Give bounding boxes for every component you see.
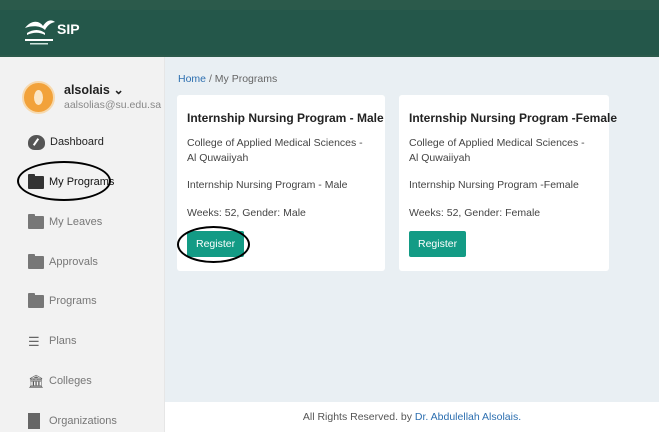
avatar[interactable] [22, 81, 55, 114]
sidebar-item-dashboard[interactable]: Dashboard [28, 132, 104, 152]
sidebar-item-my-leaves[interactable]: My Leaves [28, 212, 102, 232]
program-meta: Weeks: 52, Gender: Female [409, 207, 541, 219]
sidebar-item-approvals[interactable]: Approvals [28, 252, 98, 272]
program-name: Internship Nursing Program - Male [187, 179, 348, 191]
sidebar-item-plans[interactable]: ☰ Plans [28, 331, 77, 351]
breadcrumb-separator: / [208, 73, 212, 85]
register-button[interactable]: Register [409, 231, 467, 257]
sidebar: alsolais ⌄ aalsolias@su.edu.sa Dashboard… [0, 57, 165, 432]
sidebar-item-label: Colleges [49, 375, 92, 387]
program-title: Internship Nursing Program - Male [187, 111, 384, 125]
sidebar-item-colleges[interactable]: 🏛 Colleges [28, 371, 92, 391]
highlight-circle [177, 226, 250, 263]
app-brand-title[interactable]: SIP [57, 21, 80, 37]
program-meta: Weeks: 52, Gender: Male [187, 207, 306, 219]
footer: All Rights Reserved. by Dr. Abdulellah A… [165, 402, 659, 432]
program-title: Internship Nursing Program -Female [409, 111, 618, 125]
header-band [0, 10, 659, 55]
program-college: College of Applied Medical Sciences - Al… [187, 137, 363, 164]
folder-icon [28, 292, 44, 308]
highlight-circle [17, 161, 111, 201]
folder-icon [28, 253, 44, 269]
username-text: alsolais [64, 83, 110, 97]
sidebar-item-label: Programs [49, 295, 97, 307]
sidebar-item-label: Dashboard [50, 136, 104, 148]
program-card-female: Internship Nursing Program -Female Colle… [399, 95, 617, 271]
username[interactable]: alsolais ⌄ [64, 82, 124, 97]
top-header-bar: SIP [0, 0, 659, 57]
breadcrumb-home-link[interactable]: Home [178, 73, 206, 85]
footer-author-link[interactable]: Dr. Abdulellah Alsolais. [415, 411, 521, 423]
sidebar-item-organizations[interactable]: Organizations [28, 411, 117, 431]
program-college: College of Applied Medical Sciences - Al… [409, 137, 585, 164]
sidebar-item-label: Plans [49, 335, 77, 347]
dashboard-gauge-icon [28, 134, 45, 150]
sidebar-item-label: Approvals [49, 256, 98, 268]
university-logo-icon[interactable] [21, 14, 57, 48]
organization-icon [28, 413, 40, 429]
sidebar-item-programs[interactable]: Programs [28, 291, 97, 311]
user-email: aalsolias@su.edu.sa [64, 99, 162, 111]
program-card-male: Internship Nursing Program - Male Colleg… [177, 95, 385, 271]
building-icon: 🏛 [28, 373, 45, 389]
footer-text: All Rights Reserved. by [302, 411, 415, 423]
breadcrumb: Home / My Programs [178, 73, 277, 85]
list-icon: ☰ [28, 333, 40, 349]
sidebar-item-label: My Leaves [49, 216, 103, 228]
chevron-down-icon[interactable]: ⌄ [113, 83, 123, 97]
folder-icon [28, 213, 44, 229]
sidebar-item-label: Organizations [49, 415, 117, 427]
breadcrumb-current: My Programs [214, 73, 278, 85]
main-content: Home / My Programs Internship Nursing Pr… [165, 57, 659, 402]
program-name: Internship Nursing Program -Female [409, 179, 579, 191]
